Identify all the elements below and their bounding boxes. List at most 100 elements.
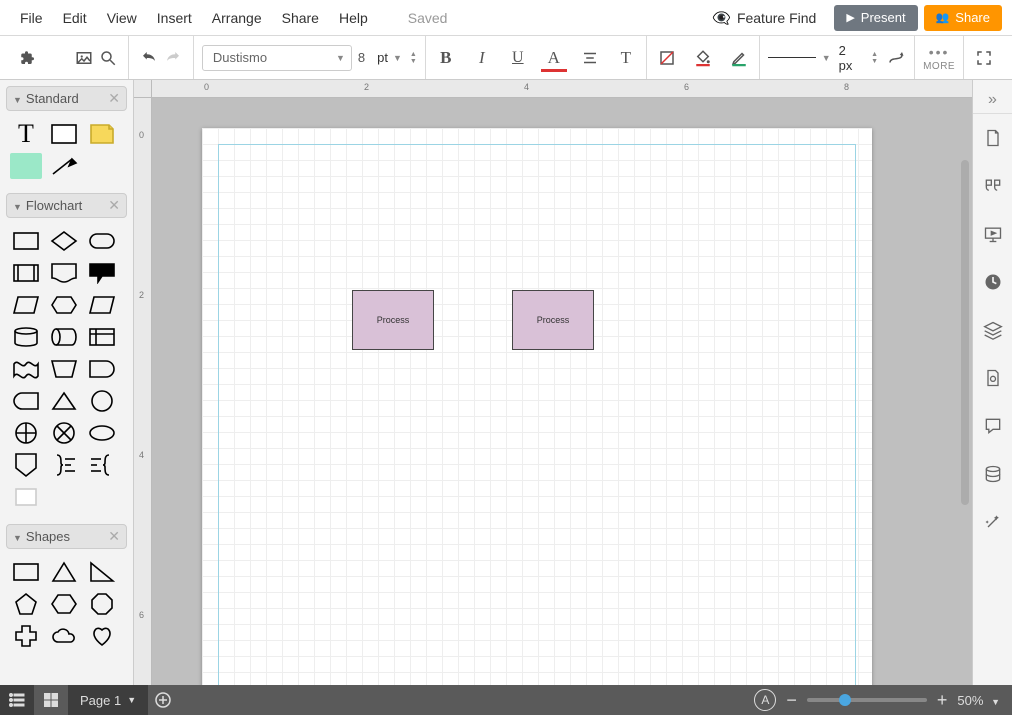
fc-process[interactable] (10, 228, 42, 254)
close-icon[interactable]: ✕ (108, 197, 120, 214)
fc-blank[interactable] (10, 484, 42, 510)
fc-manual[interactable] (48, 356, 80, 382)
comment-icon[interactable] (973, 402, 1012, 450)
fc-offpage[interactable] (10, 452, 42, 478)
step-up-icon[interactable]: ▲ (871, 51, 878, 58)
zoom-thumb[interactable] (839, 694, 851, 706)
canvas-process-box[interactable]: Process (352, 290, 434, 350)
stroke-width-stepper[interactable]: ▲ ▼ (871, 51, 878, 65)
text-tool[interactable]: T (10, 121, 42, 147)
pen-button[interactable] (727, 46, 751, 70)
zoom-value[interactable]: 50% ▼ (957, 693, 1000, 708)
shape-octagon[interactable] (86, 591, 118, 617)
shape-hexagon[interactable] (48, 591, 80, 617)
wand-icon[interactable] (973, 498, 1012, 546)
menu-file[interactable]: File (10, 4, 53, 32)
zoom-in-button[interactable]: + (937, 690, 948, 711)
layers-icon[interactable] (973, 306, 1012, 354)
font-family-select[interactable]: Dustismo ▼ (202, 45, 352, 71)
close-icon[interactable]: ✕ (108, 528, 120, 545)
page-selector[interactable]: Page 1 ▼ (68, 685, 148, 715)
close-icon[interactable]: ✕ (108, 90, 120, 107)
list-view-button[interactable] (0, 685, 34, 715)
line-style-select[interactable]: ▼ (768, 53, 831, 63)
fc-document[interactable] (48, 260, 80, 286)
menu-share[interactable]: Share (272, 4, 329, 32)
font-size-value[interactable]: 8 (358, 50, 365, 65)
quote-icon[interactable] (973, 162, 1012, 210)
fc-collate[interactable] (86, 420, 118, 446)
redo-button[interactable] (161, 46, 185, 70)
fc-connector[interactable] (86, 388, 118, 414)
undo-button[interactable] (137, 46, 161, 70)
feature-find-button[interactable]: 👁‍🗨 Feature Find (700, 9, 828, 27)
italic-button[interactable]: I (470, 46, 494, 70)
clock-icon[interactable] (973, 258, 1012, 306)
shape-rect[interactable] (10, 559, 42, 585)
menu-edit[interactable]: Edit (53, 4, 97, 32)
zoom-slider[interactable] (807, 698, 927, 702)
zoom-out-button[interactable]: − (786, 690, 797, 711)
section-standard[interactable]: ▼Standard ✕ (6, 86, 127, 111)
align-button[interactable] (578, 46, 602, 70)
fc-tape[interactable] (10, 356, 42, 382)
fc-parallelogram[interactable] (86, 292, 118, 318)
fc-callout[interactable] (86, 260, 118, 286)
shape-pentagon[interactable] (10, 591, 42, 617)
rect-shape[interactable] (48, 121, 80, 147)
text-color-button[interactable]: A (542, 46, 566, 70)
canvas-viewport[interactable]: Process Process (152, 98, 972, 685)
fc-display[interactable] (10, 388, 42, 414)
step-down-icon[interactable]: ▼ (871, 58, 878, 65)
step-up-icon[interactable]: ▲ (410, 51, 417, 58)
shape-rtriangle[interactable] (86, 559, 118, 585)
fc-brace-left[interactable] (86, 452, 118, 478)
menu-arrange[interactable]: Arrange (202, 4, 272, 32)
add-page-button[interactable] (148, 685, 178, 715)
dock-collapse-button[interactable]: » (973, 86, 1012, 114)
fc-hexagon[interactable] (48, 292, 80, 318)
database-icon[interactable] (973, 450, 1012, 498)
canvas-area[interactable]: 0 2 4 6 8 0 2 4 6 Process Process (134, 80, 972, 685)
fc-cylinder-h[interactable] (48, 324, 80, 350)
menu-view[interactable]: View (97, 4, 147, 32)
shape-cloud[interactable] (48, 623, 80, 649)
fc-extract[interactable] (48, 388, 80, 414)
underline-button[interactable]: U (506, 46, 530, 70)
connector-button[interactable] (886, 46, 906, 70)
arrow-tool[interactable] (48, 153, 80, 179)
data-icon[interactable] (973, 354, 1012, 402)
fc-or[interactable] (48, 420, 80, 446)
fc-data[interactable] (10, 292, 42, 318)
page[interactable]: Process Process (202, 128, 872, 685)
presentation-icon[interactable] (973, 210, 1012, 258)
fc-brace-right[interactable] (48, 452, 80, 478)
stroke-width-value[interactable]: 2 px (839, 43, 860, 73)
fc-terminator[interactable] (86, 228, 118, 254)
fc-database[interactable] (10, 324, 42, 350)
menu-help[interactable]: Help (329, 4, 378, 32)
font-size-stepper[interactable]: ▲ ▼ (410, 51, 417, 65)
present-button[interactable]: ▶ Present (834, 5, 917, 31)
section-flowchart[interactable]: ▼Flowchart ✕ (6, 193, 127, 218)
shape-cross[interactable] (10, 623, 42, 649)
shape-heart[interactable] (86, 623, 118, 649)
search-icon[interactable] (96, 46, 120, 70)
fullscreen-button[interactable] (972, 46, 996, 70)
fc-delay[interactable] (86, 356, 118, 382)
fc-decision[interactable] (48, 228, 80, 254)
fill-color-button[interactable] (691, 46, 715, 70)
share-button[interactable]: 👥 Share (924, 5, 1002, 31)
puzzle-icon[interactable] (16, 46, 40, 70)
accessibility-button[interactable]: A (754, 689, 776, 711)
fc-internal[interactable] (86, 324, 118, 350)
page-icon[interactable] (973, 114, 1012, 162)
grid-view-button[interactable] (34, 685, 68, 715)
text-options-button[interactable]: T (614, 46, 638, 70)
fill-none-button[interactable] (655, 46, 679, 70)
scrollbar-vertical[interactable] (961, 160, 969, 505)
canvas-process-box[interactable]: Process (512, 290, 594, 350)
bold-button[interactable]: B (434, 46, 458, 70)
note-shape[interactable] (86, 121, 118, 147)
menu-insert[interactable]: Insert (147, 4, 202, 32)
